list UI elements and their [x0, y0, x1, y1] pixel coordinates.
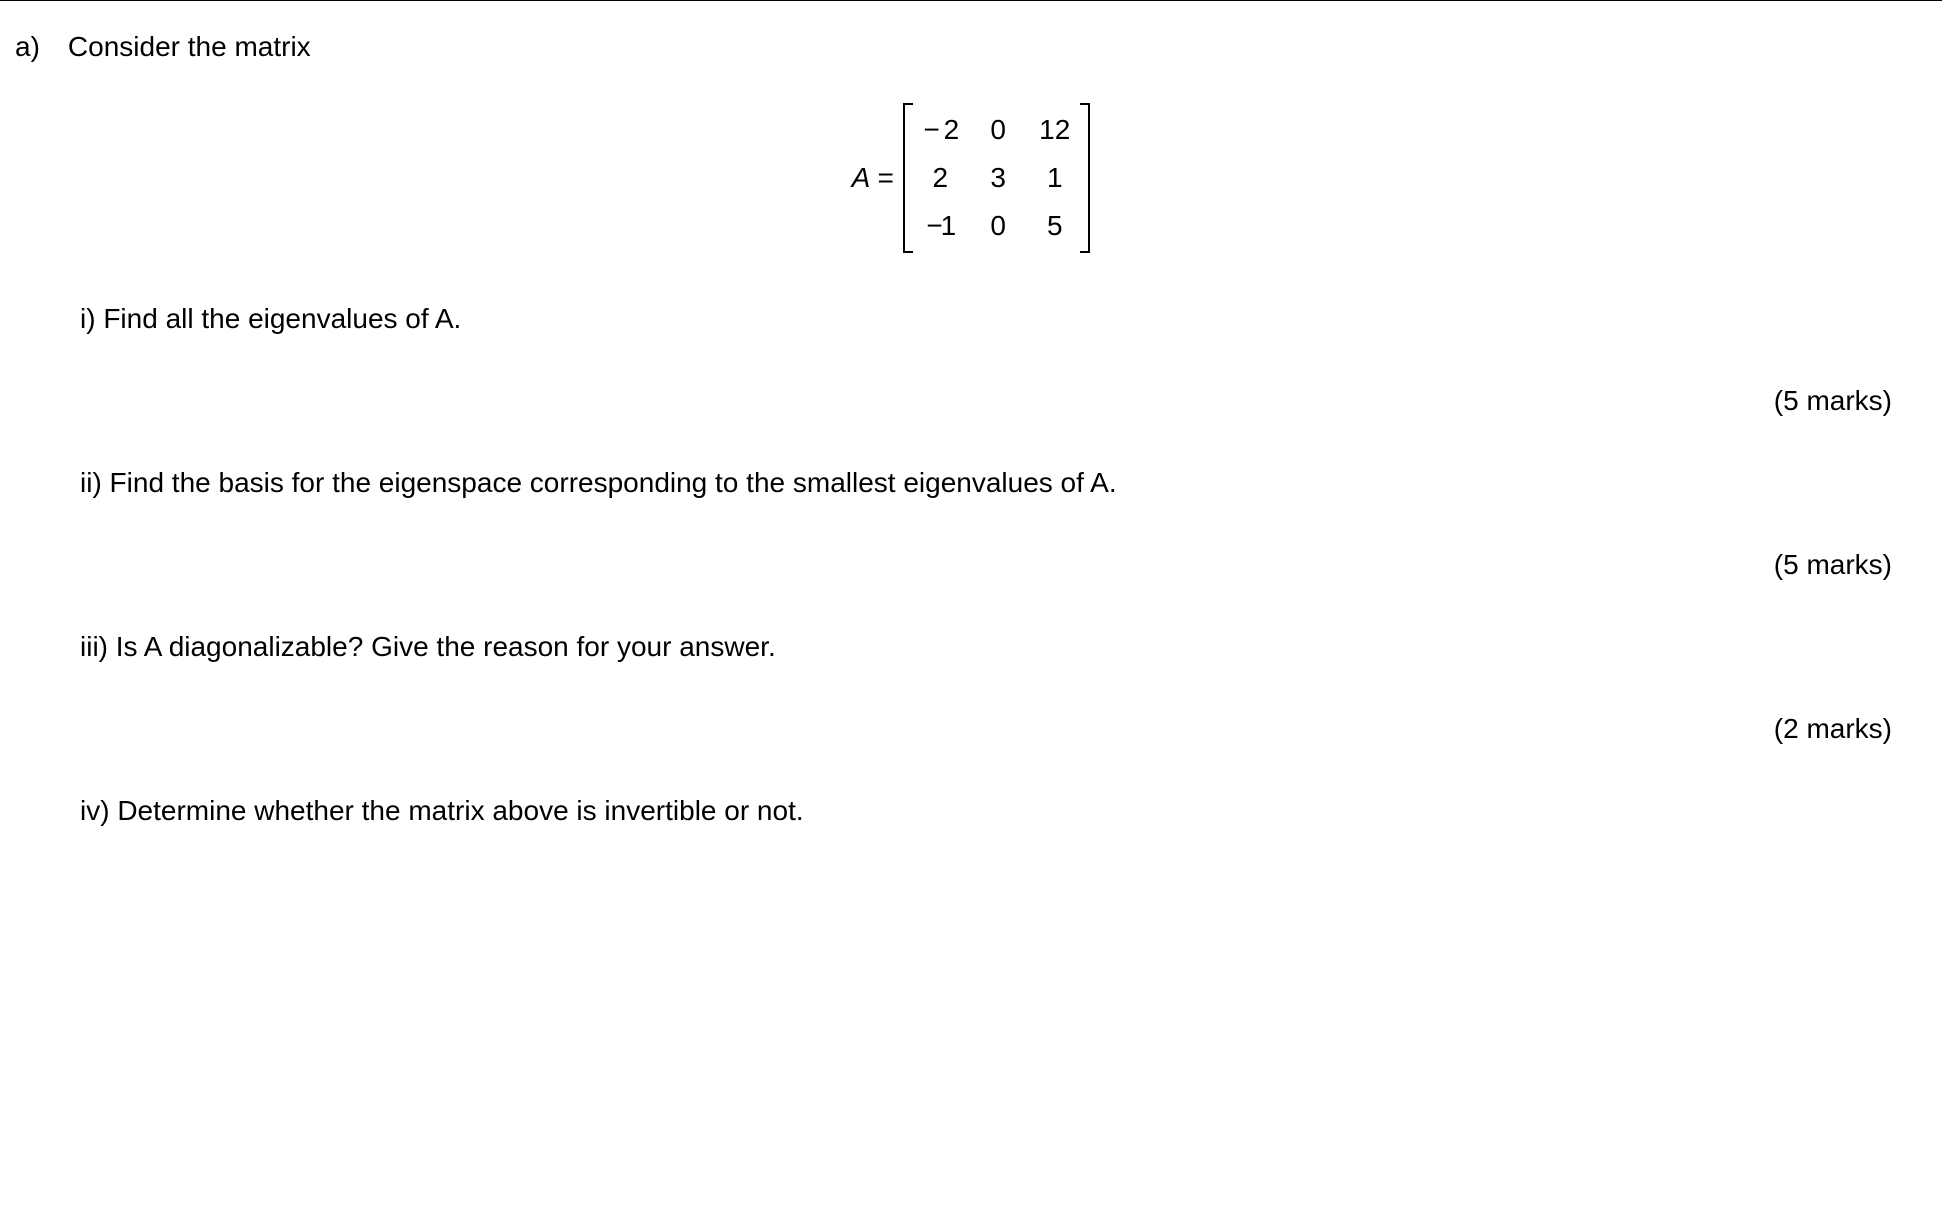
- matrix-cells: − 2 0 12 2 3 1 −1 0 5: [913, 103, 1080, 253]
- sub-item-iv-text: iv) Determine whether the matrix above i…: [80, 795, 1902, 827]
- matrix-cell-2-0: −1: [923, 210, 957, 242]
- part-label: a): [15, 31, 40, 63]
- matrix-cell-1-1: 3: [983, 162, 1013, 194]
- sub-item-ii: ii) Find the basis for the eigenspace co…: [80, 467, 1902, 581]
- sub-item-i-text: i) Find all the eigenvalues of A.: [80, 303, 1902, 335]
- sub-item-ii-marks: (5 marks): [80, 549, 1902, 581]
- sub-item-iii-text: iii) Is A diagonalizable? Give the reaso…: [80, 631, 1902, 663]
- sub-item-i-marks: (5 marks): [80, 385, 1902, 417]
- matrix-right-bracket: [1080, 103, 1090, 253]
- matrix-left-bracket: [903, 103, 913, 253]
- sub-item-iii: iii) Is A diagonalizable? Give the reaso…: [80, 631, 1902, 745]
- matrix-container: − 2 0 12 2 3 1 −1 0 5: [903, 103, 1090, 253]
- matrix-cell-0-1: 0: [983, 114, 1013, 146]
- matrix-cell-1-0: 2: [923, 162, 957, 194]
- matrix-cell-0-2: 12: [1039, 114, 1070, 146]
- sub-items: i) Find all the eigenvalues of A. (5 mar…: [0, 303, 1942, 827]
- matrix-cell-0-0: − 2: [923, 114, 957, 146]
- sub-item-iv: iv) Determine whether the matrix above i…: [80, 795, 1902, 827]
- matrix-cell-1-2: 1: [1039, 162, 1070, 194]
- matrix-cell-2-1: 0: [983, 210, 1013, 242]
- question-header: a) Consider the matrix: [0, 31, 1942, 63]
- matrix-label: A =: [852, 162, 894, 194]
- matrix-row: A = − 2 0 12 2 3 1 −1 0 5: [0, 103, 1942, 253]
- intro-text: Consider the matrix: [68, 31, 311, 63]
- question-container: a) Consider the matrix A = − 2 0 12 2 3 …: [0, 0, 1942, 827]
- sub-item-ii-text: ii) Find the basis for the eigenspace co…: [80, 467, 1902, 499]
- sub-item-iii-marks: (2 marks): [80, 713, 1902, 745]
- sub-item-i: i) Find all the eigenvalues of A. (5 mar…: [80, 303, 1902, 417]
- matrix-cell-2-2: 5: [1039, 210, 1070, 242]
